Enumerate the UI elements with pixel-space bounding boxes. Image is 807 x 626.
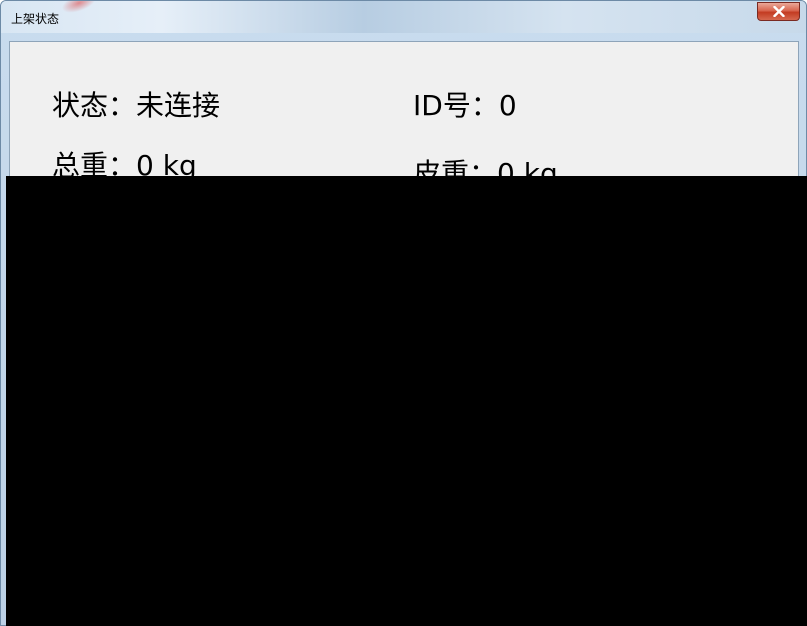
status-value: 未连接 xyxy=(136,89,221,122)
id-value: 0 xyxy=(498,89,517,122)
close-icon xyxy=(772,6,785,17)
redacted-area xyxy=(6,176,807,626)
window-title: 上架状态 xyxy=(11,12,60,26)
id-field: ID号：0 xyxy=(413,84,517,124)
status-label: 状态： xyxy=(52,89,137,122)
status-field: 状态：未连接 xyxy=(52,84,220,124)
close-button[interactable] xyxy=(757,2,800,21)
title-bar[interactable]: 上架状态 xyxy=(1,1,806,33)
id-label: ID号： xyxy=(413,89,499,122)
title-glow-decoration xyxy=(59,1,99,17)
